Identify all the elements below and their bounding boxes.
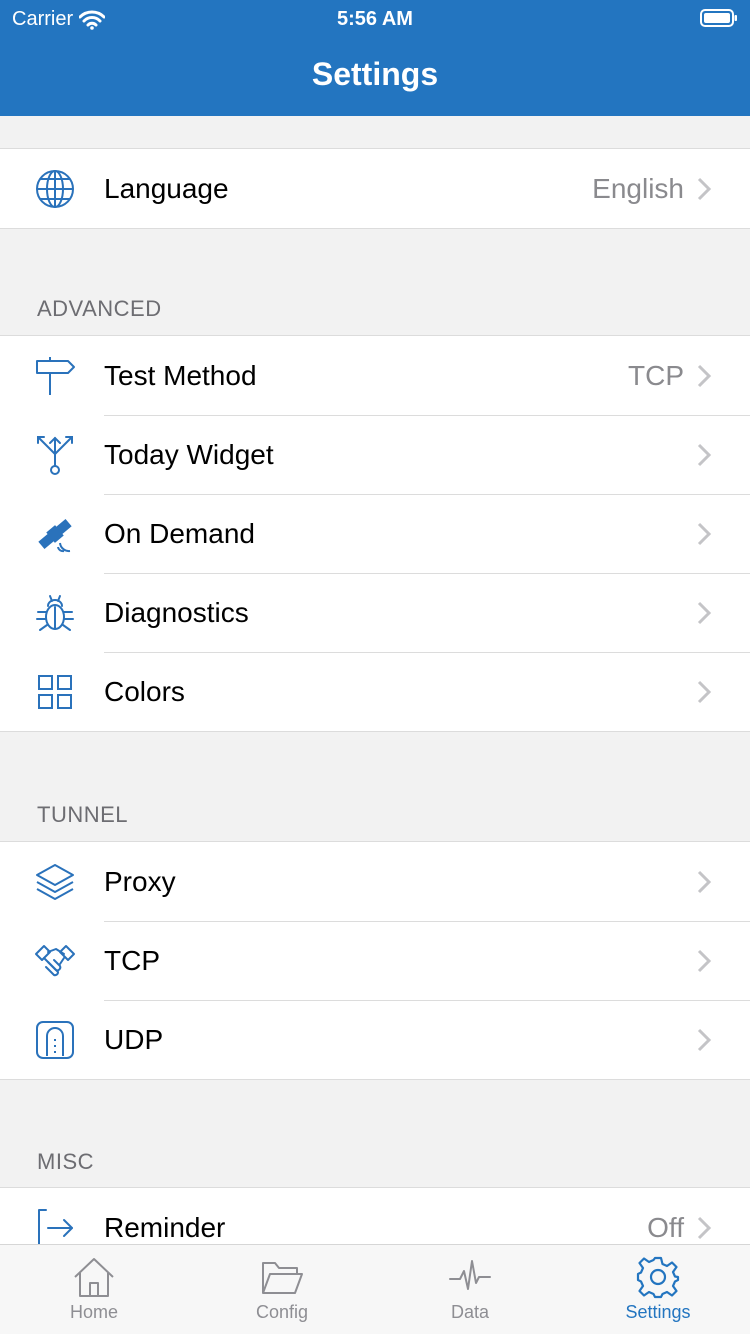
chevron-right-icon: [697, 870, 712, 894]
chevron-right-icon: [697, 949, 712, 973]
test-method-row[interactable]: Test Method TCP: [0, 336, 750, 415]
today-widget-row[interactable]: Today Widget: [0, 415, 750, 494]
tab-data-label: Data: [450, 1302, 490, 1322]
page-title: Settings: [311, 56, 439, 92]
chevron-right-icon: [697, 601, 712, 625]
tunnel-icon: [34, 1019, 76, 1061]
gear-icon: [636, 1255, 680, 1299]
nav-header: Carrier 5:56 AM Settings: [0, 0, 750, 116]
colors-label: Colors: [104, 676, 185, 707]
language-label: Language: [104, 173, 229, 204]
language-value: English: [592, 173, 684, 204]
tcp-label: TCP: [104, 945, 160, 976]
bug-icon: [34, 592, 76, 634]
today-widget-label: Today Widget: [104, 439, 274, 470]
clock: 5:56 AM: [337, 8, 413, 30]
tab-settings[interactable]: Settings: [564, 1245, 750, 1334]
proxy-label: Proxy: [104, 866, 176, 897]
chevron-right-icon: [697, 680, 712, 704]
section-header-misc: MISC: [37, 1149, 94, 1174]
udp-label: UDP: [104, 1024, 164, 1055]
tab-data[interactable]: Data: [376, 1245, 564, 1334]
exit-arrow-icon: [34, 1207, 76, 1244]
tab-home[interactable]: Home: [0, 1245, 188, 1334]
handshake-icon: [34, 940, 76, 982]
grid-icon: [34, 671, 76, 713]
fork-icon: [34, 434, 76, 476]
chevron-right-icon: [697, 522, 712, 546]
tab-home-label: Home: [69, 1302, 118, 1322]
battery-icon: [700, 9, 737, 27]
misc-group: Reminder Off: [0, 1187, 750, 1244]
folder-icon: [260, 1255, 304, 1299]
satellite-icon: [34, 513, 76, 555]
tab-config[interactable]: Config: [188, 1245, 376, 1334]
on-demand-row[interactable]: On Demand: [0, 494, 750, 573]
diagnostics-label: Diagnostics: [104, 597, 249, 628]
reminder-label: Reminder: [104, 1212, 226, 1243]
advanced-group: Test Method TCP Today Widget On Demand D…: [0, 335, 750, 732]
reminder-row[interactable]: Reminder Off: [0, 1188, 750, 1244]
on-demand-label: On Demand: [104, 518, 255, 549]
proxy-row[interactable]: Proxy: [0, 842, 750, 921]
settings-list[interactable]: Language English ADVANCED Test Method TC…: [0, 116, 750, 1244]
language-row[interactable]: Language English: [0, 149, 750, 228]
general-group: Language English: [0, 148, 750, 229]
reminder-value: Off: [647, 1212, 684, 1243]
section-header-tunnel: TUNNEL: [37, 802, 129, 827]
tab-settings-label: Settings: [625, 1302, 691, 1322]
test-method-label: Test Method: [104, 360, 257, 391]
tcp-row[interactable]: TCP: [0, 921, 750, 1000]
chevron-right-icon: [697, 443, 712, 467]
chevron-right-icon: [697, 177, 712, 201]
layers-icon: [34, 861, 76, 903]
chevron-right-icon: [697, 364, 712, 388]
status-bar: Carrier 5:56 AM: [0, 0, 750, 40]
tab-config-label: Config: [255, 1302, 309, 1322]
chevron-right-icon: [697, 1028, 712, 1052]
tab-bar: Home Config Data Settings: [0, 1244, 750, 1334]
home-icon: [72, 1255, 116, 1299]
test-method-value: TCP: [628, 360, 684, 391]
section-header-advanced: ADVANCED: [37, 296, 162, 321]
pulse-icon: [448, 1255, 492, 1299]
colors-row[interactable]: Colors: [0, 652, 750, 731]
chevron-right-icon: [697, 1216, 712, 1240]
tunnel-group: Proxy TCP UDP: [0, 841, 750, 1080]
udp-row[interactable]: UDP: [0, 1000, 750, 1079]
globe-icon: [34, 168, 76, 210]
diagnostics-row[interactable]: Diagnostics: [0, 573, 750, 652]
signpost-icon: [34, 355, 76, 397]
